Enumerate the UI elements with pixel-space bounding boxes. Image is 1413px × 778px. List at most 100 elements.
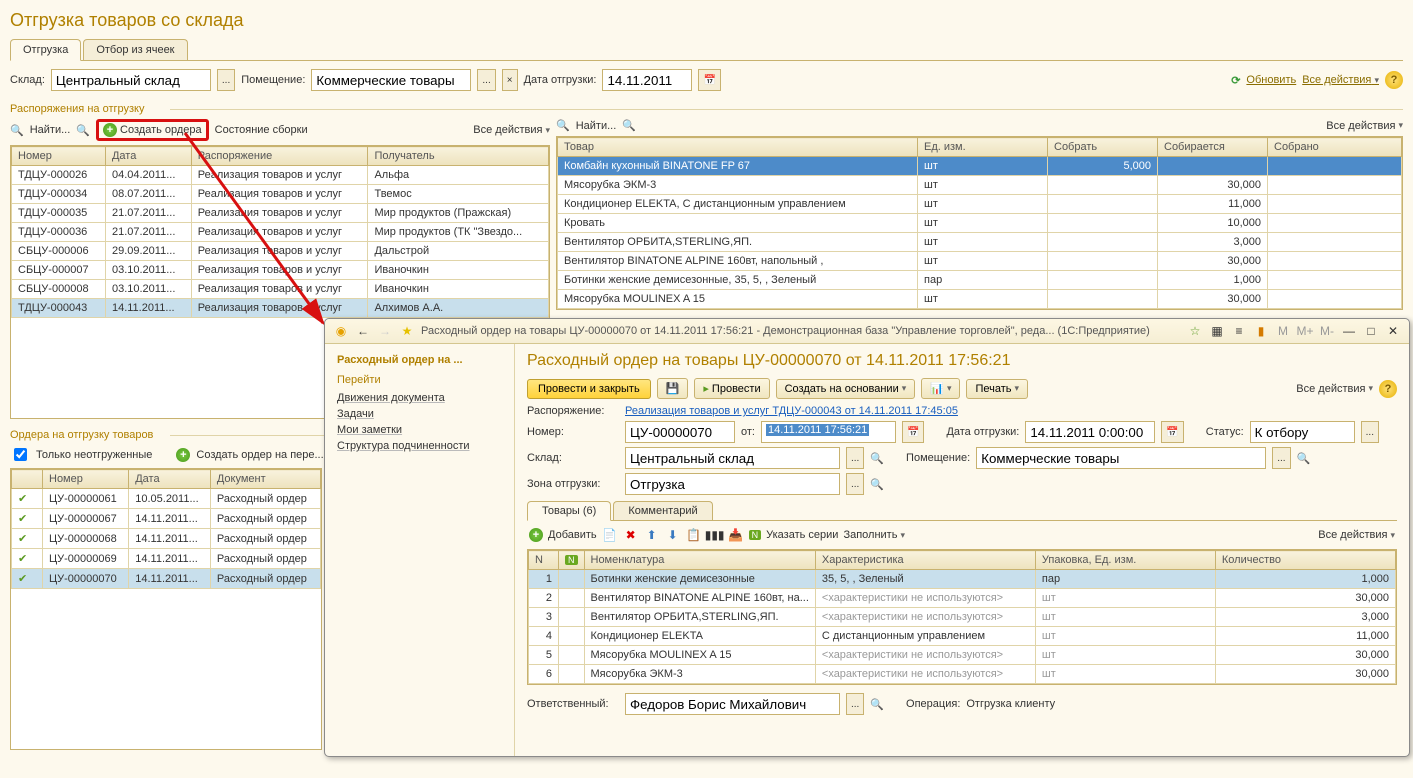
warehouse-open-icon[interactable]: 🔍 [870,452,884,465]
status-input[interactable] [1250,421,1355,443]
column-header[interactable]: Ед. изм. [918,138,1048,157]
status-picker[interactable]: ... [1361,421,1379,443]
tab-cell-selection[interactable]: Отбор из ячеек [83,39,187,60]
room-input[interactable] [311,69,471,91]
ship-orders-table[interactable]: НомерДатаДокумент ✔ЦУ-0000006110.05.2011… [11,469,321,589]
table-row[interactable]: 1Ботинки женские демисезонные35, 5, , Зе… [529,570,1396,589]
table-row[interactable]: 6Мясорубка ЭКМ-3<характеристики не испол… [529,665,1396,684]
table-row[interactable]: ✔ЦУ-0000006814.11.2011...Расходный ордер [12,529,321,549]
table-row[interactable]: ✔ЦУ-0000006714.11.2011...Расходный ордер [12,509,321,529]
list-icon[interactable]: ≡ [1231,323,1247,339]
warehouse-dlg-input[interactable] [625,447,840,469]
column-header[interactable]: Номенклатура [584,551,815,570]
all-actions-top[interactable]: Все действия ▾ [1302,74,1379,86]
room-picker[interactable]: ... [477,69,495,91]
column-header[interactable]: Собрать [1048,138,1158,157]
column-header[interactable]: Собрано [1268,138,1402,157]
nav-head[interactable]: Расходный ордер на ... [337,354,502,366]
create-orders-link[interactable]: Создать ордера [120,124,202,136]
table-row[interactable]: 3Вентилятор ОРБИТА,STERLING,ЯП.<характер… [529,608,1396,627]
calendar-icon[interactable]: 📅 [698,69,720,91]
find-icon-goods[interactable]: 🔍 [556,119,570,132]
create-based-button[interactable]: Создать на основании ▾ [776,379,916,399]
table-row[interactable]: Вентилятор BINATONE ALPINE 160вт, наполь… [558,252,1402,271]
warehouse-dlg-picker[interactable]: ... [846,447,864,469]
items-table[interactable]: NNНоменклатураХарактеристикаУпаковка, Ед… [528,550,1396,684]
fav-icon[interactable]: ☆ [1187,323,1203,339]
assembly-state-link[interactable]: Состояние сборки [215,124,308,136]
table-row[interactable]: ТДЦУ-00004314.11.2011...Реализация товар… [12,299,549,318]
import-icon[interactable]: 📥 [728,527,744,543]
column-header[interactable]: Характеристика [815,551,1035,570]
column-header[interactable]: Дата [129,470,211,489]
from-calendar-icon[interactable]: 📅 [902,421,924,443]
table-row[interactable]: СБЦУ-00000629.09.2011...Реализация товар… [12,242,549,261]
column-header[interactable]: Распоряжение [191,147,368,166]
add-row-link[interactable]: Добавить [548,529,597,541]
column-header[interactable]: Дата [105,147,191,166]
report-button[interactable]: 📊 ▾ [921,378,960,399]
dispatch-table[interactable]: НомерДатаРаспоряжениеПолучатель ТДЦУ-000… [11,146,549,318]
responsible-input[interactable] [625,693,840,715]
table-row[interactable]: СБЦУ-00000803.10.2011...Реализация товар… [12,280,549,299]
series-link[interactable]: Указать серии [766,529,838,541]
find-goods-link[interactable]: Найти... [576,120,617,132]
maximize-icon[interactable]: □ [1363,323,1379,339]
responsible-picker[interactable]: ... [846,693,864,715]
minimize-icon[interactable]: — [1341,323,1357,339]
post-button[interactable]: ▸ Провести [694,378,769,399]
shipdate-dlg-input[interactable] [1025,421,1155,443]
warehouse-picker[interactable]: ... [217,69,235,91]
column-header[interactable]: N [529,551,559,570]
dispatch-link[interactable]: Реализация товаров и услуг ТДЦУ-000043 о… [625,405,958,417]
print-button[interactable]: Печать ▾ [966,379,1028,399]
nav-item[interactable]: Задачи [337,406,502,422]
dialog-titlebar[interactable]: ◉ ← → ★ Расходный ордер на товары ЦУ-000… [325,319,1409,344]
room-clear[interactable]: × [502,69,518,91]
post-and-close-button[interactable]: Провести и закрыть [527,379,651,399]
table-row[interactable]: ✔ЦУ-0000006110.05.2011...Расходный ордер [12,489,321,509]
copy-row-icon[interactable]: 📄 [602,527,618,543]
table-row[interactable]: Вентилятор ОРБИТА,STERLING,ЯП.шт3,000 [558,233,1402,252]
all-actions-dialog[interactable]: Все действия ▾ [1296,383,1373,395]
room-dlg-picker[interactable]: ... [1272,447,1290,469]
table-row[interactable]: 2Вентилятор BINATONE ALPINE 160вт, на...… [529,589,1396,608]
column-header[interactable]: Номер [12,147,106,166]
find-link[interactable]: Найти... [30,124,71,136]
table-row[interactable]: ТДЦУ-00003521.07.2011...Реализация товар… [12,204,549,223]
table-row[interactable]: ТДЦУ-00002604.04.2011...Реализация товар… [12,166,549,185]
column-header[interactable]: Получатель [368,147,549,166]
star-icon[interactable]: ★ [399,323,415,339]
zone-open-icon[interactable]: 🔍 [870,478,884,491]
goods-table[interactable]: ТоварЕд. изм.СобратьСобираетсяСобрано Ко… [557,137,1402,309]
nav-item[interactable]: Мои заметки [337,422,502,438]
barcode-icon[interactable]: ▮▮▮ [707,527,723,543]
nav-item[interactable]: Структура подчиненности [337,438,502,454]
clear-find-icon[interactable]: 🔍 [76,124,90,137]
table-row[interactable]: Мясорубка MOULINEX A 15шт30,000 [558,290,1402,309]
only-unshipped-checkbox[interactable] [14,448,27,461]
help-icon[interactable]: ? [1385,71,1403,89]
column-header[interactable]: Номер [43,470,129,489]
table-row[interactable]: Ботинки женские демисезонные, 35, 5, , З… [558,271,1402,290]
delete-row-icon[interactable]: ✖ [623,527,639,543]
help-icon-dialog[interactable]: ? [1379,380,1397,398]
table-row[interactable]: Кроватьшт10,000 [558,214,1402,233]
shipdate-input[interactable] [602,69,692,91]
find-icon[interactable]: 🔍 [10,124,24,137]
create-ship-order-link[interactable]: Создать ордер на пере... [196,449,323,461]
grid-icon[interactable]: ▦ [1209,323,1225,339]
refresh-icon[interactable]: ⟳ [1231,74,1240,87]
tab-shipment[interactable]: Отгрузка [10,39,81,61]
paste-icon[interactable]: 📋 [686,527,702,543]
table-row[interactable]: 4Кондиционер ELEKTAС дистанционным управ… [529,627,1396,646]
room-open-icon[interactable]: 🔍 [1297,452,1311,465]
all-actions-items[interactable]: Все действия ▾ [1318,529,1395,541]
tab-goods[interactable]: Товары (6) [527,501,611,521]
fill-link[interactable]: Заполнить ▾ [843,529,905,541]
table-row[interactable]: ✔ЦУ-0000006914.11.2011...Расходный ордер [12,549,321,569]
column-header[interactable]: Документ [210,470,320,489]
column-header[interactable]: Количество [1215,551,1395,570]
table-row[interactable]: ТДЦУ-00003408.07.2011...Реализация товар… [12,185,549,204]
from-datetime-input[interactable]: 14.11.2011 17:56:21 [761,421,896,443]
